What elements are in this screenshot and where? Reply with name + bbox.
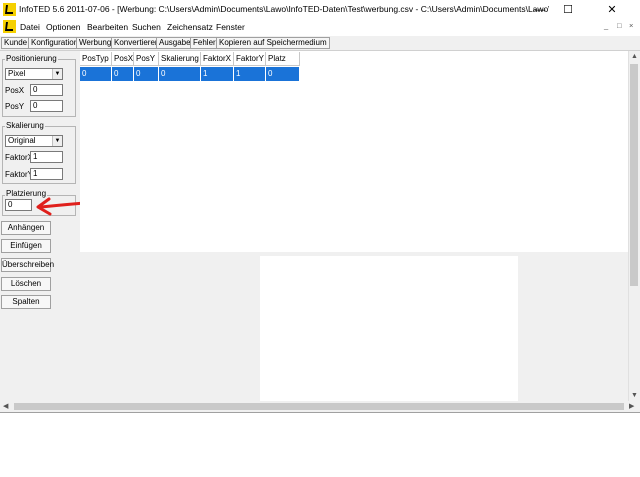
arrow-left-icon[interactable]: ◀ (3, 402, 8, 410)
table-cell[interactable]: 0 (266, 67, 300, 81)
menu-bearbeiten[interactable]: Bearbeiten (87, 22, 128, 32)
menu-fenster[interactable]: Fenster (216, 22, 245, 32)
posx-field[interactable]: 0 (30, 84, 63, 96)
anhaengen-button[interactable]: Anhängen (1, 221, 51, 235)
posx-label: PosX (5, 86, 25, 95)
faktorx-field[interactable]: 1 (30, 151, 63, 163)
tab-kopieren[interactable]: Kopieren auf Speichermedium (216, 37, 330, 49)
mdi-minimize-button[interactable]: _ (604, 21, 608, 30)
arrow-down-icon[interactable]: ▼ (631, 392, 638, 399)
platzierung-field[interactable]: 0 (5, 199, 32, 211)
skalierung-mode: Original (8, 136, 36, 145)
table-cell[interactable]: 0 (112, 67, 134, 81)
infoted-window: InfoTED 5.6 2011-07-06 - [Werbung: C:\Us… (0, 0, 640, 477)
spalten-button[interactable]: Spalten (1, 295, 51, 309)
mdi-restore-button[interactable]: □ (617, 21, 622, 30)
menu-optionen[interactable]: Optionen (46, 22, 81, 32)
menu-zeichensatz[interactable]: Zeichensatz (167, 22, 213, 32)
tab-fehler[interactable]: Fehler (190, 37, 219, 49)
mdi-close-button[interactable]: × (629, 21, 633, 30)
window-title: InfoTED 5.6 2011-07-06 - [Werbung: C:\Us… (19, 4, 549, 14)
document-l-icon[interactable] (3, 20, 16, 33)
col-header-faktorx[interactable]: FaktorX (201, 52, 234, 66)
lawo-l-logo-icon[interactable] (3, 3, 16, 16)
faktorx-label: FaktorX (5, 153, 34, 162)
faktory-label: FaktorY (5, 170, 34, 179)
faktory-field[interactable]: 1 (30, 168, 63, 180)
table-cell[interactable]: 1 (234, 67, 266, 81)
tab-konvertieren[interactable]: Konvertieren (111, 37, 163, 49)
preview-canvas (260, 256, 518, 401)
skalierung-title: Skalierung (5, 121, 45, 130)
col-header-skalierung[interactable]: Skalierung (159, 52, 201, 66)
arrow-up-icon[interactable]: ▲ (631, 53, 638, 60)
col-header-posy[interactable]: PosY (134, 52, 159, 66)
minimize-button[interactable]: — (526, 0, 554, 19)
table-cell[interactable]: 1 (201, 67, 234, 81)
col-header-platz[interactable]: Platz (266, 52, 300, 66)
positionierung-title: Positionierung (5, 54, 58, 63)
posy-field[interactable]: 0 (30, 100, 63, 112)
col-header-posx[interactable]: PosX (112, 52, 134, 66)
table-cell[interactable]: 0 (80, 67, 112, 81)
maximize-button[interactable]: ☐ (554, 0, 582, 19)
tab-werbung[interactable]: Werbung (76, 37, 115, 49)
positionierung-mode: Pixel (8, 69, 26, 78)
col-header-postyp[interactable]: PosTyp (80, 52, 112, 66)
vertical-scroll-thumb[interactable] (630, 64, 638, 286)
tab-kunde[interactable]: Kunde (1, 37, 31, 49)
menu-datei[interactable]: Datei (20, 22, 40, 32)
arrow-right-icon[interactable]: ▶ (629, 402, 634, 410)
tab-konfiguration[interactable]: Konfiguration (28, 37, 82, 49)
skalierung-combo[interactable]: Original ▼ (5, 135, 63, 147)
ueberschreiben-button[interactable]: Überschreiben (1, 258, 54, 272)
einfuegen-button[interactable]: Einfügen (1, 239, 51, 253)
table-cell[interactable]: 0 (159, 67, 201, 81)
col-header-faktory[interactable]: FaktorY (234, 52, 266, 66)
data-grid[interactable] (80, 51, 628, 252)
loeschen-button[interactable]: Löschen (1, 277, 51, 291)
close-button[interactable]: ✕ (584, 0, 640, 19)
horizontal-scroll-thumb[interactable] (14, 403, 624, 410)
table-cell[interactable]: 0 (134, 67, 159, 81)
bottom-pane (0, 412, 640, 477)
positionierung-combo[interactable]: Pixel ▼ (5, 68, 63, 80)
chevron-down-icon[interactable]: ▼ (52, 136, 62, 146)
posy-label: PosY (5, 102, 25, 111)
chevron-down-icon[interactable]: ▼ (52, 69, 62, 79)
menu-suchen[interactable]: Suchen (132, 22, 161, 32)
tab-ausgabe[interactable]: Ausgabe (156, 37, 194, 49)
